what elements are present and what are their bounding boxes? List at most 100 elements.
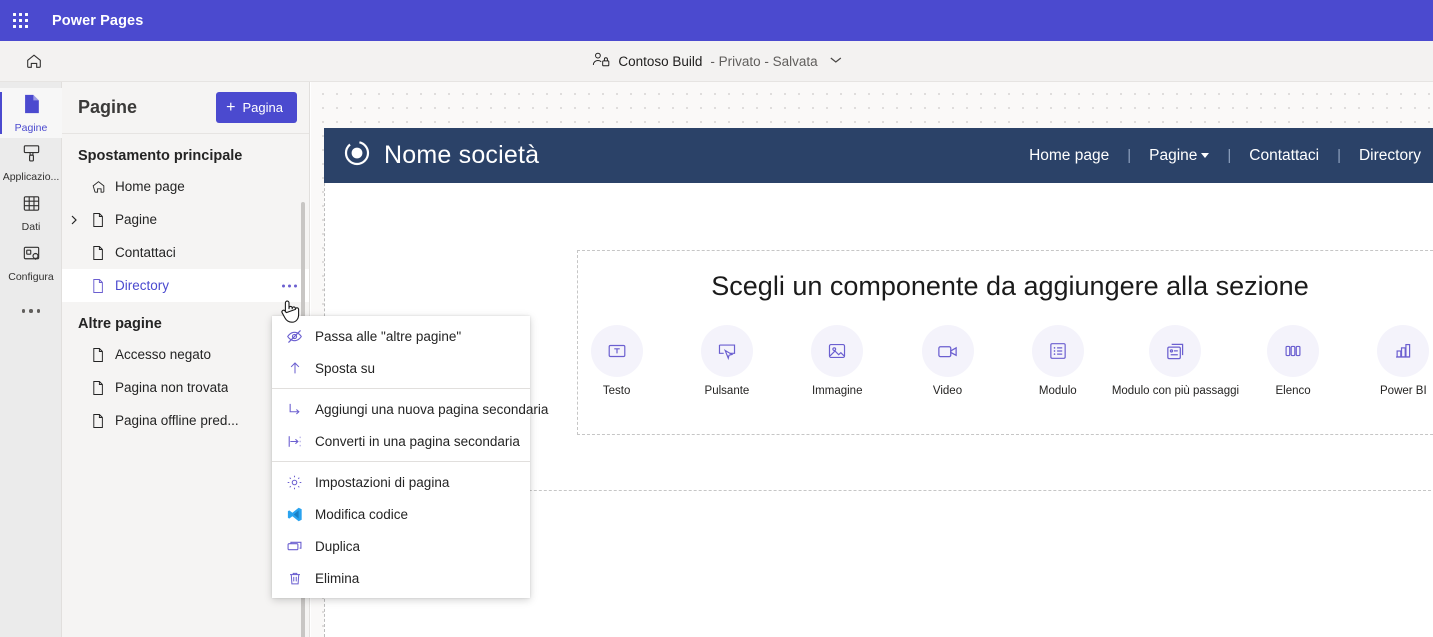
- menu-item-delete[interactable]: Elimina: [272, 562, 530, 594]
- form-icon: [1031, 325, 1084, 377]
- component-power-bi[interactable]: Power BI: [1365, 325, 1433, 397]
- menu-item-label: Sposta su: [315, 360, 376, 376]
- site-name: Contoso Build: [618, 53, 703, 69]
- component-pulsante[interactable]: Pulsante: [688, 325, 765, 397]
- site-selector[interactable]: Contoso Build - Privato - Salvata: [591, 51, 842, 71]
- tree-row-label: Directory: [115, 278, 170, 293]
- home-icon: [86, 179, 110, 194]
- circle-logo-icon: [344, 140, 370, 171]
- rail-item-applicazione[interactable]: Applicazio...: [0, 138, 62, 188]
- tree-row-label: Pagine: [115, 212, 158, 227]
- rail-item-label: Applicazio...: [2, 171, 60, 183]
- component-elenco[interactable]: Elenco: [1254, 325, 1331, 397]
- rail-item-label: Pagine: [14, 121, 48, 134]
- tree-row-directory[interactable]: Directory: [62, 269, 309, 302]
- menu-item-label: Duplica: [315, 538, 361, 554]
- people-lock-icon: [591, 51, 610, 71]
- menu-item-edit-code[interactable]: Modifica codice: [272, 498, 530, 530]
- component-modulo-multistep[interactable]: Modulo con più passaggi: [1112, 325, 1239, 397]
- more-horizontal-icon: [21, 309, 41, 313]
- rail-item-configura[interactable]: Configura: [0, 238, 62, 288]
- component-label: Video: [932, 385, 963, 397]
- convert-subpage-icon: [286, 433, 303, 450]
- tree-row-label: Pagina offline pred...: [115, 413, 239, 428]
- pages-panel-header: Pagine + Pagina: [62, 82, 309, 134]
- menu-item-page-settings[interactable]: Impostazioni di pagina: [272, 466, 530, 498]
- menu-item-label: Impostazioni di pagina: [315, 474, 450, 490]
- duplicate-icon: [286, 538, 303, 555]
- rail-item-dati[interactable]: Dati: [0, 188, 62, 238]
- page-icon: [21, 93, 42, 120]
- menu-separator: [272, 461, 530, 462]
- add-subpage-icon: [286, 401, 303, 418]
- chevron-right-icon[interactable]: [62, 214, 86, 226]
- multistep-form-icon: [1149, 325, 1202, 377]
- page-title: Pagine: [78, 97, 138, 117]
- setup-icon: [21, 243, 42, 269]
- component-label: Modulo: [1038, 385, 1077, 397]
- site-nav-home-page[interactable]: Home page: [1011, 147, 1127, 165]
- add-page-button[interactable]: + Pagina: [216, 92, 297, 123]
- arrow-up-icon: [286, 360, 303, 377]
- company-name: Nome società: [384, 141, 540, 169]
- eye-off-icon: [286, 328, 303, 345]
- top-brand-bar: Power Pages: [0, 0, 1433, 41]
- tree-row-pagine[interactable]: Pagine: [62, 203, 309, 236]
- tree-row-label: Contattaci: [115, 245, 176, 260]
- page-icon: [86, 245, 110, 261]
- site-meta: - Privato - Salvata: [710, 53, 818, 69]
- table-icon: [21, 193, 42, 219]
- menu-item-label: Converti in una pagina secondaria: [315, 433, 520, 449]
- page-icon: [86, 380, 110, 396]
- component-testo[interactable]: Testo: [578, 325, 655, 397]
- app-launcher-waffle-icon[interactable]: [0, 0, 40, 41]
- component-immagine[interactable]: Immagine: [799, 325, 876, 397]
- tree-row-home-page[interactable]: Home page: [62, 170, 309, 203]
- video-icon: [921, 325, 974, 377]
- tree-row-contattaci[interactable]: Contattaci: [62, 236, 309, 269]
- list-icon: [1267, 325, 1320, 377]
- empty-section-placeholder[interactable]: Scegli un componente da aggiungere alla …: [577, 250, 1433, 435]
- left-icon-rail: Pagine Applicazio... Dati Configura: [0, 82, 62, 637]
- vscode-icon: [286, 506, 303, 523]
- rail-item-label: Dati: [21, 221, 41, 233]
- image-icon: [811, 325, 864, 377]
- component-modulo[interactable]: Modulo: [1019, 325, 1096, 397]
- menu-item-move-to-other-pages[interactable]: Passa alle "altre pagine": [272, 320, 530, 352]
- rail-item-pagine[interactable]: Pagine: [0, 88, 62, 138]
- menu-item-convert-to-subpage[interactable]: Converti in una pagina secondaria: [272, 425, 530, 457]
- site-nav-contattaci[interactable]: Contattaci: [1231, 147, 1337, 165]
- site-branding: Nome società: [344, 140, 539, 171]
- menu-item-label: Aggiungi una nuova pagina secondaria: [315, 401, 549, 417]
- paintbrush-icon: [21, 143, 42, 169]
- site-preview-nav: Home page | Pagine | Contattaci | Direct…: [1011, 147, 1433, 165]
- menu-item-label: Elimina: [315, 570, 360, 586]
- site-nav-pagine[interactable]: Pagine: [1131, 147, 1227, 165]
- menu-item-move-up[interactable]: Sposta su: [272, 352, 530, 384]
- row-more-options-button[interactable]: [282, 284, 297, 287]
- site-preview-header[interactable]: Nome società Home page | Pagine | Contat…: [324, 128, 1433, 183]
- home-icon[interactable]: [17, 46, 51, 76]
- menu-item-label: Modifica codice: [315, 506, 409, 522]
- group-title-main-navigation: Spostamento principale: [78, 148, 243, 164]
- chevron-down-icon[interactable]: [830, 55, 842, 67]
- page-icon: [86, 347, 110, 363]
- power-pages-app: Power Pages Contoso Build - Privato - Sa…: [0, 0, 1433, 637]
- menu-separator: [272, 388, 530, 389]
- rail-item-more[interactable]: [0, 288, 62, 334]
- page-icon: [86, 278, 110, 294]
- app-title: Power Pages: [52, 12, 144, 29]
- component-label: Testo: [602, 385, 631, 397]
- page-icon: [86, 212, 110, 228]
- command-bar: Contoso Build - Privato - Salvata: [0, 41, 1433, 82]
- text-icon: [590, 325, 643, 377]
- component-label: Pulsante: [704, 385, 750, 397]
- menu-item-add-subpage[interactable]: Aggiungi una nuova pagina secondaria: [272, 393, 548, 425]
- button-icon: [700, 325, 753, 377]
- tree-row-label: Pagina non trovata: [115, 380, 229, 395]
- component-video[interactable]: Video: [909, 325, 986, 397]
- plus-icon: +: [226, 98, 236, 116]
- menu-item-duplicate[interactable]: Duplica: [272, 530, 530, 562]
- component-label: Modulo con più passaggi: [1111, 385, 1240, 397]
- site-nav-directory[interactable]: Directory: [1341, 147, 1433, 165]
